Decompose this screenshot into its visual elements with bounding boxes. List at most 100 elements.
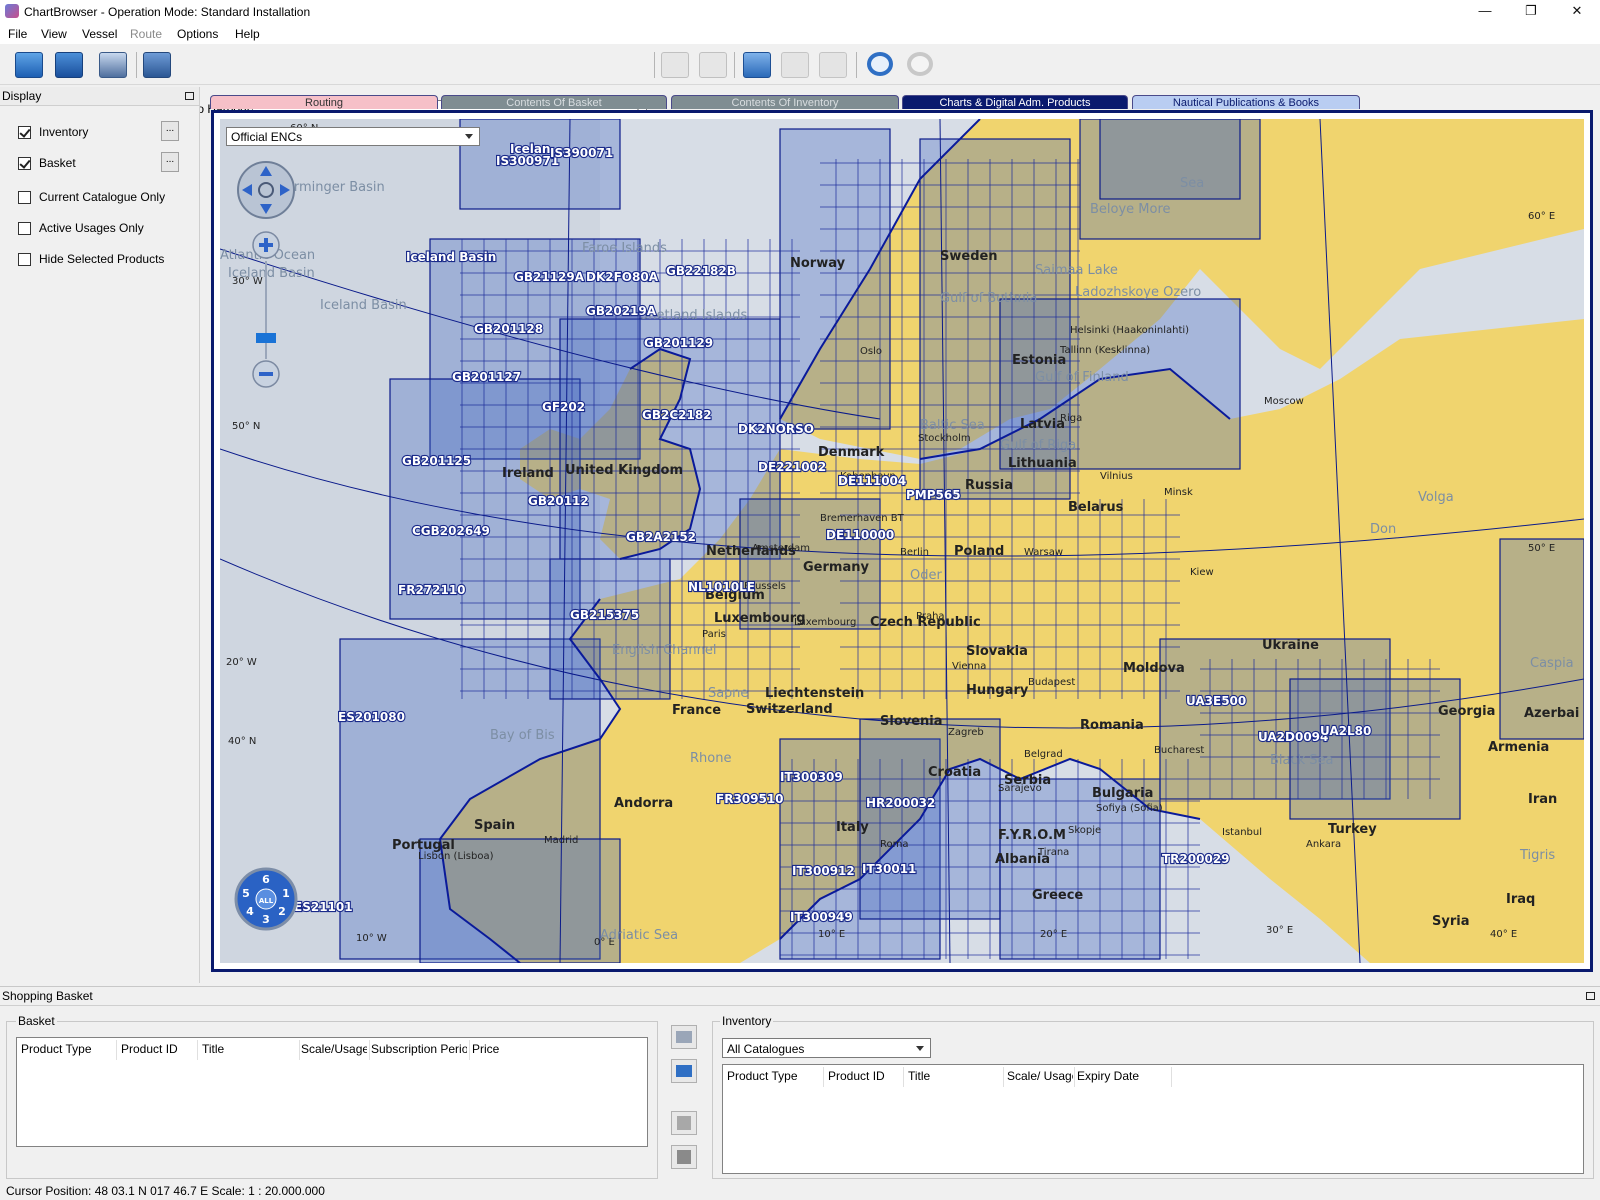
country-label: Slovakia [966,644,1028,659]
basket-col-product-type[interactable]: Product Type [21,1042,113,1056]
maximize-button[interactable]: ❐ [1508,0,1554,24]
sea-label: Shetland Islands [640,308,747,323]
tab-contents-of-basket[interactable]: Contents Of Basket [441,95,667,109]
quick-level-3[interactable]: 3 [262,913,270,926]
sea-label: Sea [1180,176,1204,191]
current-catalogue-only-checkbox[interactable] [18,191,31,204]
quick-level-6[interactable]: 6 [262,873,270,886]
cart-check-button[interactable] [816,49,848,79]
basket-col-subscription-period[interactable]: Subscription Period [371,1042,467,1056]
basket-col-price[interactable]: Price [472,1042,532,1056]
zoom-out-button[interactable] [252,360,280,388]
inventory-col-expiry-date[interactable]: Expiry Date [1077,1069,1169,1083]
close-button[interactable]: ✕ [1554,0,1600,24]
cell-label: TR200029 [1162,852,1230,866]
inventory-catalogue-filter[interactable]: All Catalogues [722,1038,931,1058]
basket-col-product-id[interactable]: Product ID [121,1042,195,1056]
quick-level-2[interactable]: 2 [278,905,286,918]
move-to-inventory-button[interactable] [671,1059,697,1083]
undo-button[interactable] [864,49,896,79]
quick-level-wheel[interactable]: 6 1 2 3 4 5 ALL [234,867,298,931]
save-button[interactable] [52,49,84,79]
chart-map[interactable]: 60° N 50° N 40° N 30° W 20° W 10° W 0° E… [220,119,1584,963]
cart-check-icon [819,52,847,78]
tab-nautical-publications[interactable]: Nautical Publications & Books [1132,95,1360,109]
basket-checkbox[interactable] [18,157,31,170]
quick-level-all[interactable]: ALL [259,897,274,905]
tab-contents-of-inventory[interactable]: Contents Of Inventory [671,95,899,109]
move-to-basket-button[interactable] [671,1025,697,1049]
city-label: Helsinki (Haakoninlahti) [1070,325,1189,336]
select-pointer-button[interactable] [740,49,772,79]
pan-control[interactable] [237,161,295,219]
inventory-col-scale-usage[interactable]: Scale/ Usage [1007,1069,1073,1083]
restore-icon[interactable] [1586,992,1595,1000]
menu-help[interactable]: Help [235,27,260,41]
country-label: Azerbai [1524,706,1579,721]
zoom-grid-button[interactable] [696,49,728,79]
city-label: Warsaw [1024,547,1063,558]
zoom-slider-thumb[interactable] [256,333,276,343]
basket-col-scale-usage[interactable]: Scale/Usage [301,1042,367,1056]
grid-label: 10° W [356,933,387,944]
active-usages-only-label: Active Usages Only [39,221,144,235]
quick-level-4[interactable]: 4 [246,905,254,918]
redo-button[interactable] [904,49,936,79]
menu-vessel[interactable]: Vessel [82,27,117,41]
sea-label: Tigris [1519,848,1555,863]
city-label: Vienna [952,661,986,672]
binoculars-icon [143,52,171,78]
enc-type-combo[interactable]: Official ENCs [226,127,480,146]
cell-label: GB20112 [528,494,589,508]
basket-col-title[interactable]: Title [202,1042,296,1056]
minimize-button[interactable]: — [1462,0,1508,24]
help-button[interactable] [671,1111,697,1135]
restore-icon[interactable] [185,92,194,100]
country-label: Sweden [940,249,998,264]
inventory-group-label: Inventory [720,1014,774,1028]
inventory-more-button[interactable]: ... [161,121,179,141]
cell-label: IS390071 [550,146,613,160]
menu-file[interactable]: File [8,27,27,41]
zoom-in-button[interactable] [252,231,280,259]
city-label: Luxembourg [794,617,856,628]
hide-selected-products-checkbox[interactable] [18,253,31,266]
city-label: Kiew [1190,567,1214,578]
cell-label: GB20219A [586,304,657,318]
inventory-catalogue-value: All Catalogues [727,1042,805,1056]
menu-bar: File View Vessel Route Options Help [0,24,1600,44]
active-usages-only-checkbox[interactable] [18,222,31,235]
sum-button[interactable] [671,1145,697,1169]
inventory-col-title[interactable]: Title [908,1069,1002,1083]
tab-charts-digital-products[interactable]: Charts & Digital Adm. Products [902,95,1128,109]
coverage-cell[interactable] [1099,119,1241,200]
zoom-box-button[interactable] [658,49,690,79]
city-label: Istanbul [1222,827,1262,838]
quick-level-5[interactable]: 5 [242,887,250,900]
country-label: Poland [954,544,1004,559]
tab-routing[interactable]: Routing [210,95,438,109]
vessel-button[interactable] [96,49,128,79]
add-to-cart-button[interactable] [778,49,810,79]
basket-label: Basket [39,156,76,170]
inventory-col-product-type[interactable]: Product Type [727,1069,821,1083]
city-label: Lisbon (Lisboa) [418,851,494,862]
cell-label: IT30011 [862,862,916,876]
basket-more-button[interactable]: ... [161,152,179,172]
menu-options[interactable]: Options [177,27,218,41]
quick-level-1[interactable]: 1 [282,887,290,900]
country-label: Iran [1528,792,1557,807]
inventory-col-product-id[interactable]: Product ID [828,1069,902,1083]
open-button[interactable] [12,49,44,79]
city-label: Madrid [544,835,578,846]
inventory-checkbox[interactable] [18,126,31,139]
basket-table[interactable]: Product Type Product ID Title Scale/Usag… [16,1037,648,1147]
binoculars-button[interactable] [140,49,172,79]
cell-label: CGB202649 [412,524,490,538]
sea-label: Caspia [1530,656,1574,671]
menu-view[interactable]: View [41,27,67,41]
menu-route[interactable]: Route [130,27,162,41]
inventory-table[interactable]: Product Type Product ID Title Scale/ Usa… [722,1064,1584,1174]
save-icon [55,52,83,78]
grid-label: 60° E [1528,211,1555,222]
